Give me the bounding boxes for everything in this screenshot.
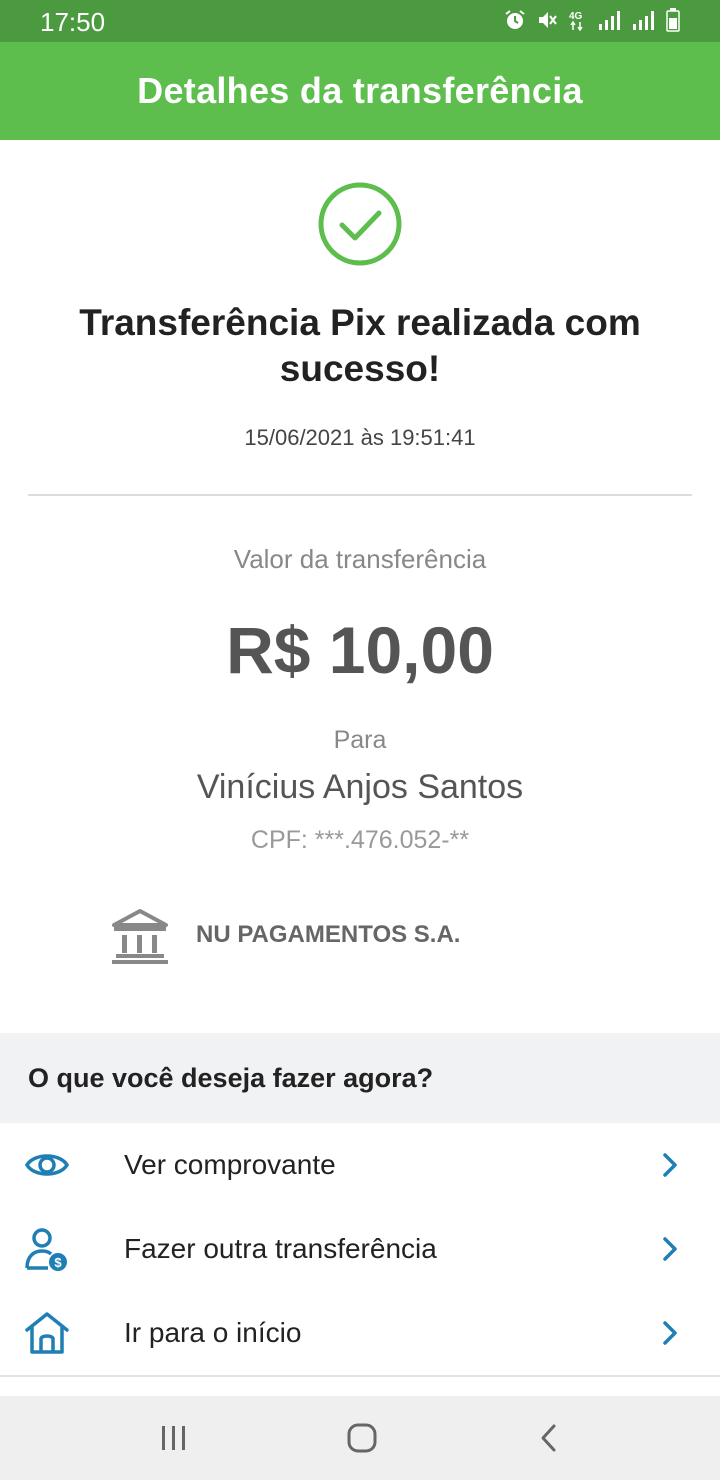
bank-info: NU PAGAMENTOS S.A. (110, 905, 460, 965)
transfer-timestamp: 15/06/2021 às 19:51:41 (244, 425, 476, 450)
eye-icon (24, 1154, 70, 1176)
chevron-right-icon (663, 1237, 677, 1261)
alarm-icon (505, 10, 525, 29)
recipient-label: Para (333, 726, 387, 754)
action-label: Fazer outra transferência (124, 1233, 437, 1264)
signal-icon (599, 11, 620, 30)
section-title: O que você deseja fazer agora? (28, 1062, 434, 1093)
bank-name: NU PAGAMENTOS S.A. (196, 921, 461, 948)
status-icons: 4G (504, 8, 680, 32)
navigation-bar (0, 1396, 720, 1480)
person-money-icon: $ (25, 1228, 67, 1271)
action-label: Ver comprovante (124, 1149, 336, 1180)
mute-icon (539, 12, 557, 28)
chevron-right-icon (663, 1321, 677, 1345)
home-icon (25, 1312, 69, 1354)
view-receipt-button[interactable]: Ver comprovante (0, 1123, 720, 1209)
recipient-cpf: CPF: ***.476.052-** (250, 826, 470, 854)
transfer-amount: R$ 10,00 (226, 613, 494, 687)
signal-icon (633, 11, 654, 30)
go-home-button[interactable]: Ir para o início (0, 1291, 720, 1377)
chevron-right-icon (663, 1153, 677, 1177)
page-title: Detalhes da transferência (137, 70, 583, 111)
divider (28, 494, 692, 496)
status-time: 17:50 (40, 7, 106, 37)
svg-text:4G: 4G (569, 11, 583, 22)
back-icon[interactable] (528, 1416, 572, 1460)
home-nav-icon[interactable] (340, 1416, 384, 1460)
actions-section-header: O que você deseja fazer agora? (0, 1033, 720, 1123)
svg-text:$: $ (54, 1255, 62, 1270)
recent-apps-icon[interactable] (152, 1416, 196, 1460)
new-transfer-button[interactable]: $ Fazer outra transferência (0, 1207, 720, 1293)
value-label: Valor da transferência (233, 544, 487, 574)
success-message: Transferência Pix realizada com sucesso! (79, 302, 641, 389)
status-bar: 17:50 4G (0, 0, 720, 42)
4g-icon: 4G (569, 11, 583, 31)
app-header: Detalhes da transferência (0, 42, 720, 140)
battery-icon (666, 8, 680, 32)
check-circle-icon (318, 182, 402, 266)
action-label: Ir para o início (124, 1317, 302, 1348)
bank-icon (112, 909, 168, 964)
recipient-name: Vinícius Anjos Santos (196, 768, 524, 806)
